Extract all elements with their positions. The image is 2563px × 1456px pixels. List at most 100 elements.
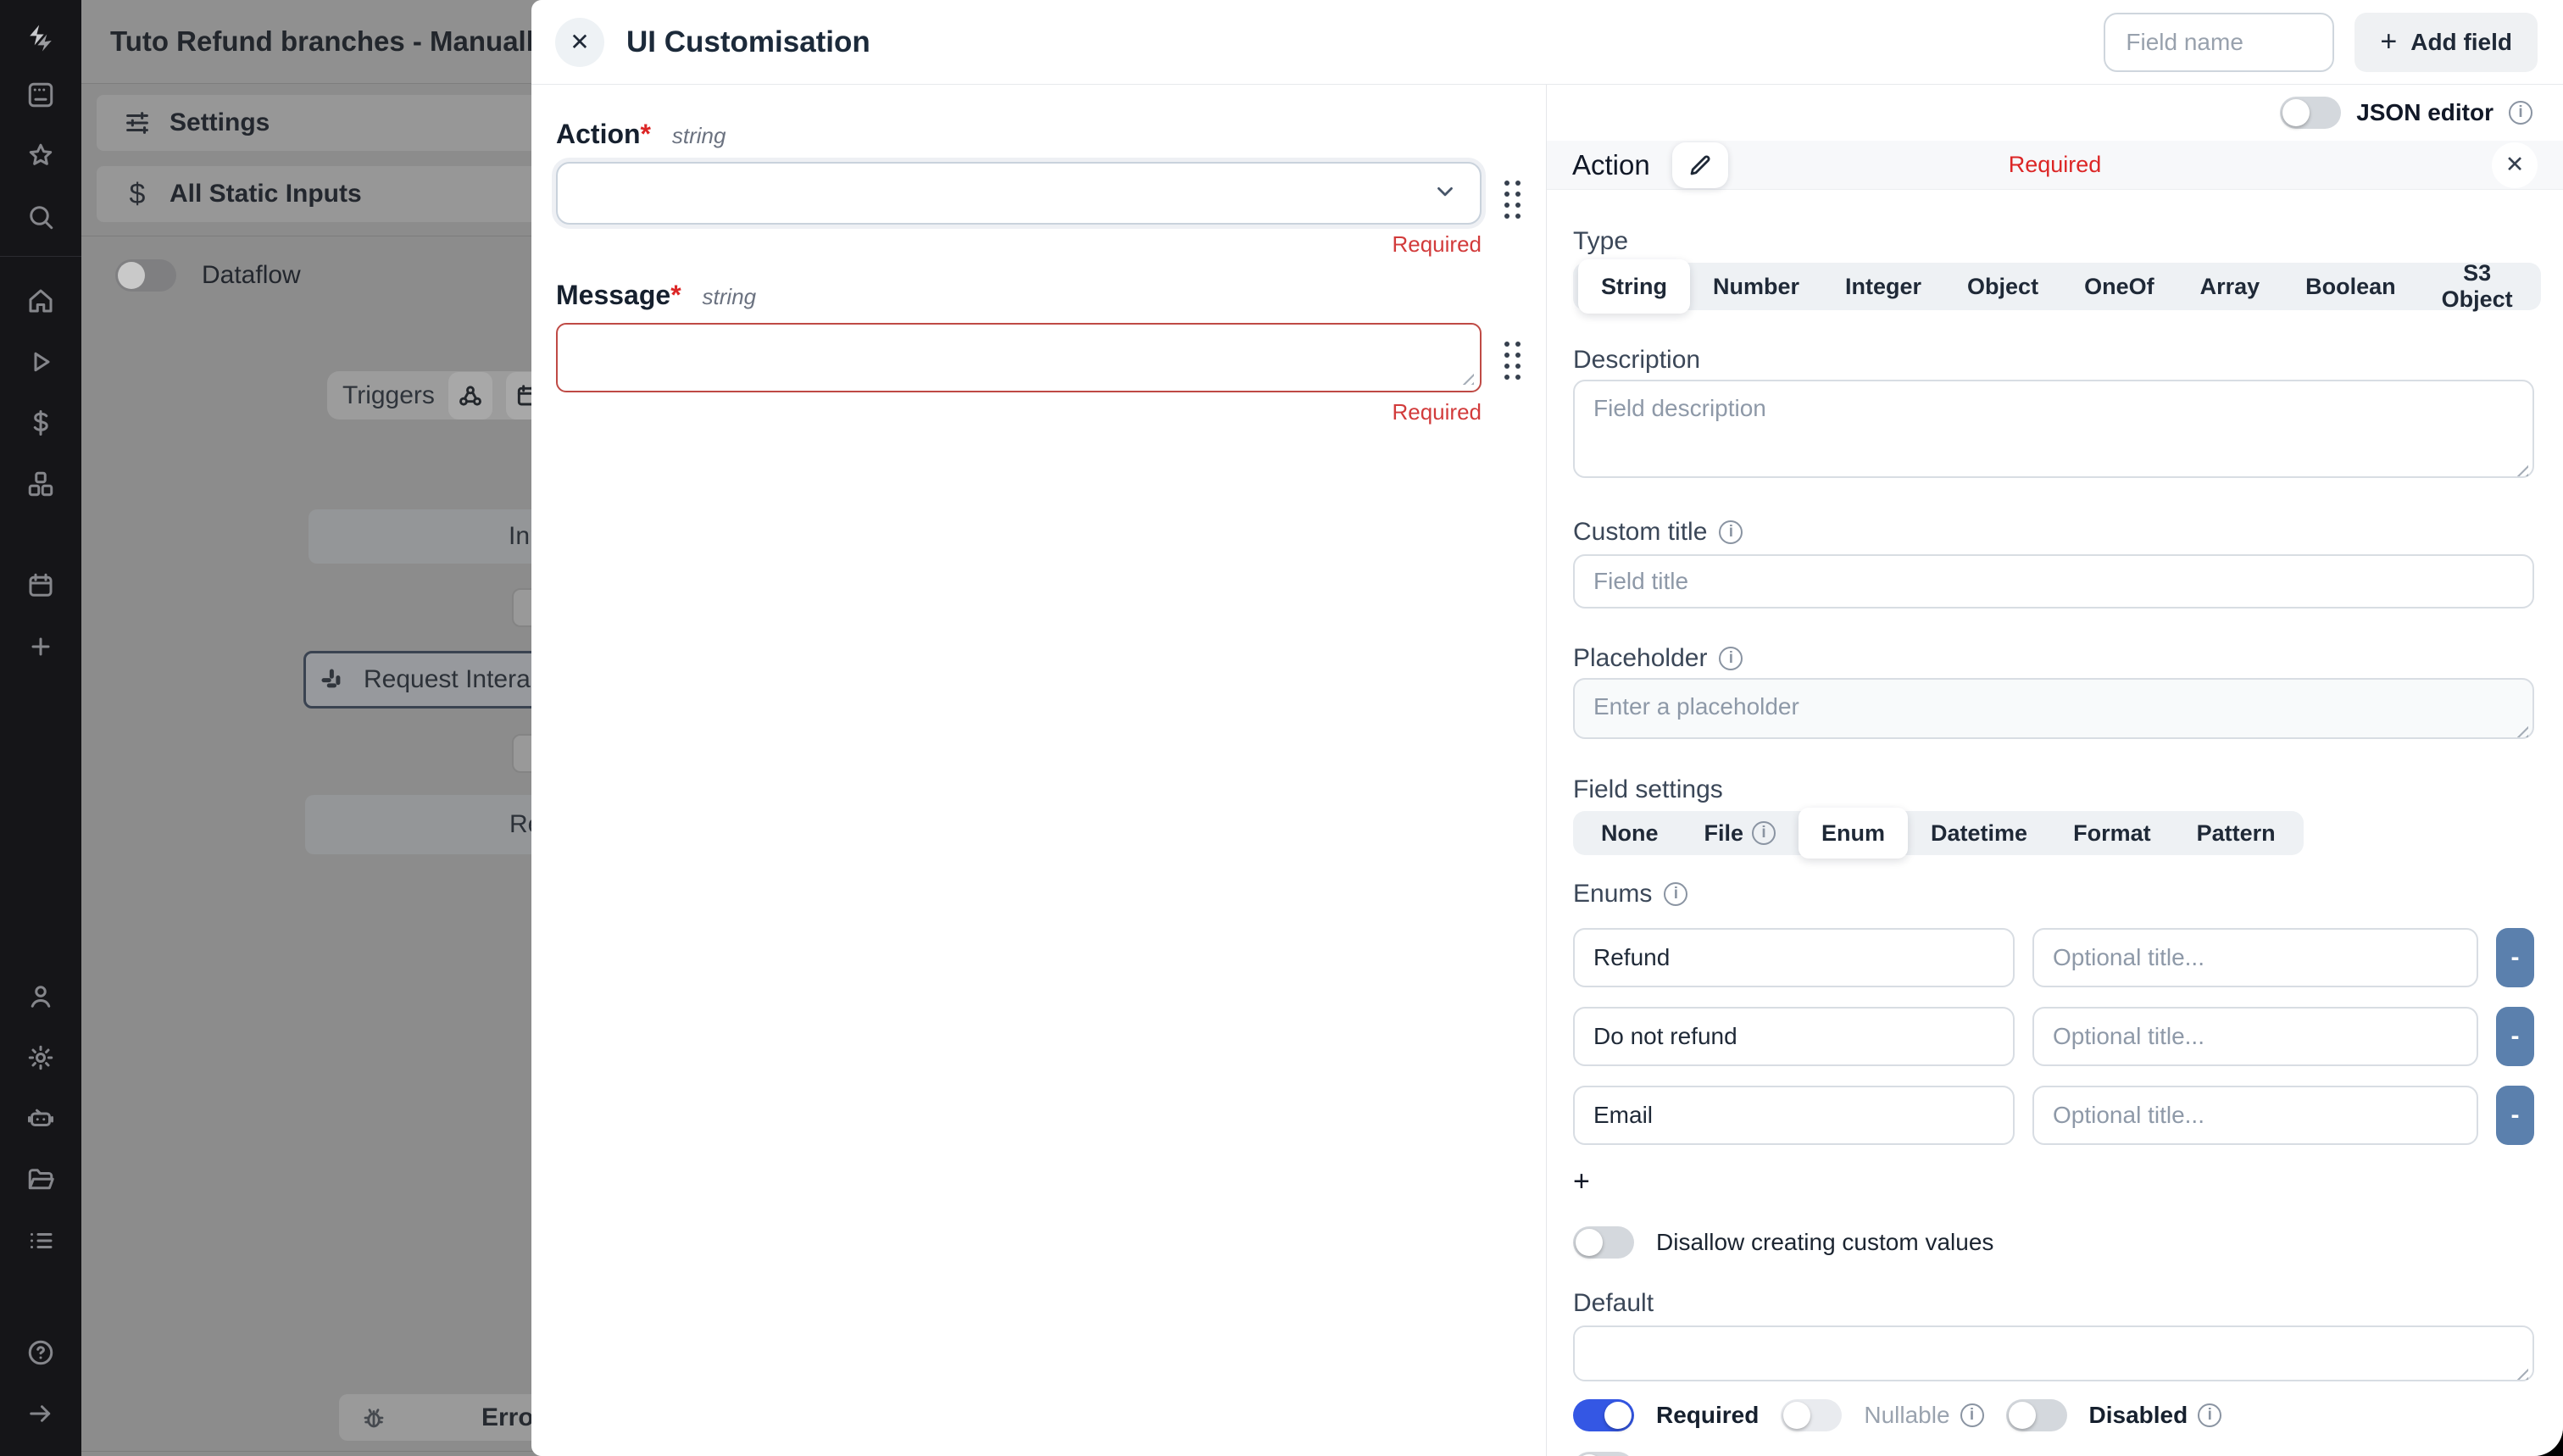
required-label: Required: [1656, 1402, 1759, 1429]
disabled-toggle[interactable]: [2006, 1399, 2067, 1431]
drag-handle-icon[interactable]: [1504, 342, 1521, 380]
app-root: Tuto Refund branches - Manually Settings…: [0, 0, 2563, 1456]
nullable-toggle[interactable]: [1781, 1399, 1842, 1431]
custom-title-input[interactable]: [1573, 554, 2534, 609]
field-flags-row: Required Nullablei Disabledi: [1573, 1399, 2534, 1431]
type-option-number[interactable]: Number: [1690, 263, 1822, 310]
edit-field-name-button[interactable]: [1672, 142, 1728, 188]
setting-option-file[interactable]: Filei: [1682, 809, 1799, 857]
star-icon[interactable]: [0, 125, 81, 186]
triggers-label: Triggers: [342, 381, 435, 410]
billing-icon[interactable]: [0, 392, 81, 453]
dataflow-label: Dataflow: [202, 261, 301, 290]
modal-close-button[interactable]: ✕: [555, 18, 604, 67]
help-icon[interactable]: [0, 1322, 81, 1383]
json-editor-toggle[interactable]: [2280, 97, 2341, 129]
chevron-down-icon: [1432, 179, 1458, 208]
inspector-header: Action Required ✕: [1547, 141, 2563, 190]
enum-title-input[interactable]: [2032, 928, 2478, 987]
description-textarea[interactable]: [1573, 380, 2534, 478]
enum-value-input[interactable]: [1573, 1007, 2015, 1066]
action-required-text: Required: [556, 231, 1482, 258]
modal-header: ✕ UI Customisation + Add field: [531, 0, 2563, 85]
info-icon: i: [1664, 882, 1687, 906]
enum-value-input[interactable]: [1573, 928, 2015, 987]
dollar-icon: $: [119, 178, 156, 211]
drag-handle-icon[interactable]: [1504, 181, 1521, 219]
action-select[interactable]: [556, 162, 1482, 225]
custom-title-label: Custom titlei: [1573, 518, 2534, 547]
folder-icon[interactable]: [0, 1149, 81, 1210]
field-name-input[interactable]: [2104, 13, 2334, 72]
dataflow-toggle[interactable]: [115, 259, 176, 292]
type-option-object[interactable]: Object: [1944, 263, 2061, 310]
inspector-close-button[interactable]: ✕: [2492, 142, 2538, 188]
type-option-array[interactable]: Array: [2177, 263, 2283, 310]
info-icon: i: [1719, 647, 1743, 670]
enum-title-input[interactable]: [2032, 1007, 2478, 1066]
setting-option-none[interactable]: None: [1578, 809, 1682, 857]
placeholder-textarea[interactable]: [1573, 678, 2534, 739]
logs-icon[interactable]: [0, 1210, 81, 1271]
type-option-string[interactable]: String: [1578, 259, 1690, 314]
plus-icon: +: [2380, 25, 2397, 58]
settings-label: Settings: [170, 108, 270, 137]
form-preview-column: Action* string Required Message* string: [531, 85, 1546, 1456]
enum-value-input[interactable]: [1573, 1086, 2015, 1145]
search-icon[interactable]: [0, 186, 81, 247]
type-label: Type: [1573, 227, 2534, 256]
user-icon[interactable]: [0, 966, 81, 1027]
disallow-custom-values-toggle[interactable]: [1573, 1226, 1634, 1259]
type-option-oneof[interactable]: OneOf: [2061, 263, 2177, 310]
nullable-label: Nullablei: [1864, 1402, 1983, 1429]
conditions-row: Show this field only when conditions are…: [1573, 1452, 2534, 1456]
info-icon: i: [1719, 520, 1743, 544]
field-inspector-panel: JSON editor i Action Required ✕ Type Str…: [1546, 85, 2563, 1456]
field-settings-segmented-control: None Filei Enum Datetime Format Pattern: [1573, 811, 2304, 855]
setting-option-enum[interactable]: Enum: [1799, 808, 1908, 859]
field-settings-label: Field settings: [1573, 775, 2534, 804]
enum-row: -: [1573, 1007, 2534, 1066]
required-toggle[interactable]: [1573, 1399, 1634, 1431]
app-sidebar: [0, 0, 81, 1456]
message-textarea[interactable]: [556, 323, 1482, 392]
add-enum-button[interactable]: +: [1573, 1165, 1612, 1198]
message-required-text: Required: [556, 399, 1482, 425]
default-textarea[interactable]: [1573, 1325, 2534, 1381]
settings-icon[interactable]: [0, 1027, 81, 1088]
info-icon: i: [2198, 1403, 2221, 1427]
slack-icon: [320, 667, 345, 692]
type-option-s3object[interactable]: S3 Object: [2419, 263, 2536, 310]
workflows-icon[interactable]: [0, 64, 81, 125]
type-option-boolean[interactable]: Boolean: [2282, 263, 2419, 310]
json-editor-row: JSON editor i: [1547, 85, 2563, 141]
remove-enum-button[interactable]: -: [2496, 1086, 2534, 1145]
expand-icon[interactable]: [0, 1383, 81, 1444]
add-icon[interactable]: [0, 616, 81, 677]
setting-option-pattern[interactable]: Pattern: [2174, 809, 2299, 857]
remove-enum-button[interactable]: -: [2496, 1007, 2534, 1066]
message-field-label: Message* string: [556, 280, 1521, 311]
enum-row: -: [1573, 1086, 2534, 1145]
type-option-integer[interactable]: Integer: [1822, 263, 1944, 310]
all-static-inputs-label: All Static Inputs: [170, 180, 362, 208]
info-icon: i: [1960, 1403, 1984, 1427]
add-field-button[interactable]: + Add field: [2355, 13, 2538, 72]
blocks-icon[interactable]: [0, 453, 81, 514]
default-label: Default: [1573, 1289, 2534, 1318]
placeholder-label: Placeholderi: [1573, 644, 2534, 673]
conditions-toggle[interactable]: [1573, 1452, 1634, 1456]
enum-title-input[interactable]: [2032, 1086, 2478, 1145]
calendar-icon[interactable]: [0, 555, 81, 616]
disallow-custom-values-row: Disallow creating custom values: [1573, 1226, 2534, 1259]
setting-option-format[interactable]: Format: [2050, 809, 2174, 857]
bot-icon[interactable]: [0, 1088, 81, 1149]
home-icon[interactable]: [0, 270, 81, 331]
remove-enum-button[interactable]: -: [2496, 928, 2534, 987]
setting-option-datetime[interactable]: Datetime: [1908, 809, 2050, 857]
modal-title: UI Customisation: [626, 25, 870, 59]
webhook-trigger-button[interactable]: [448, 372, 492, 420]
run-icon[interactable]: [0, 331, 81, 392]
disabled-label: Disabledi: [2089, 1402, 2222, 1429]
ui-customisation-modal: ✕ UI Customisation + Add field Action* s…: [531, 0, 2563, 1456]
